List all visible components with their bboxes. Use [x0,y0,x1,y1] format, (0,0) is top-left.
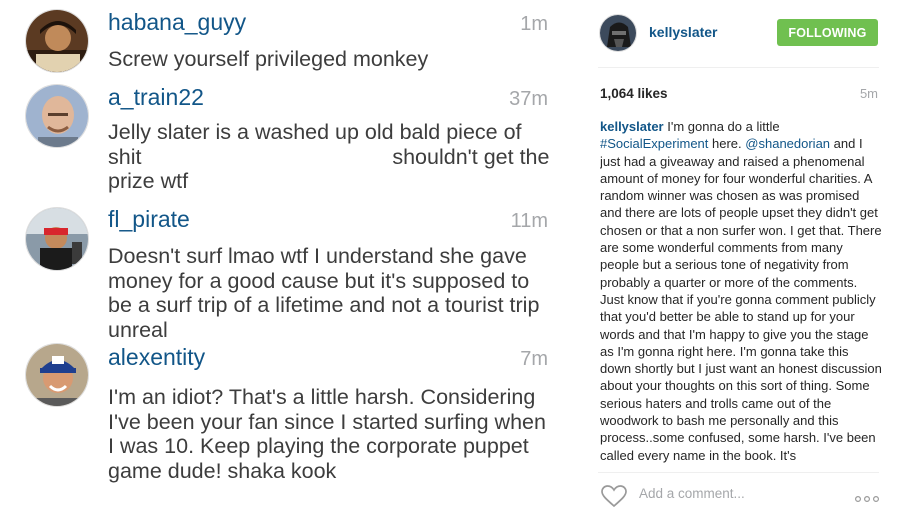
comment-text: Jelly slater is a washed up old bald pie… [108,120,550,193]
caption-text: and I just had a giveaway and raised a p… [600,136,882,463]
comment-text: Doesn't surf lmao wtf I understand she g… [108,244,540,342]
comment-time: 37m [509,88,548,110]
user-avatar-icon[interactable] [25,207,89,271]
divider [598,67,879,68]
comment-time: 1m [520,13,548,35]
comment-time: 11m [510,210,548,232]
profile-avatar-icon[interactable] [599,14,637,52]
more-options-icon[interactable] [854,491,880,503]
user-avatar-icon[interactable] [25,9,89,73]
caption-text: I'm gonna do a little [667,119,780,134]
post-age: 5m [859,86,878,101]
comment-username[interactable]: a_train22 [108,83,204,111]
user-avatar-icon[interactable] [25,84,89,148]
post-panel: kellyslater FOLLOWING 1,064 likes 5m kel… [573,0,900,521]
caption-text: here. [712,136,742,152]
mention-link[interactable]: @shanedorian [745,136,830,151]
post-caption: kellyslater I'm gonna do a little #Socia… [600,118,882,464]
add-comment-input[interactable] [639,486,839,501]
divider [598,472,879,473]
user-avatar-icon[interactable] [25,343,89,407]
comment-text: I'm an idiot? That's a little harsh. Con… [108,385,546,483]
comment-username[interactable]: alexentity [108,343,205,371]
comment-text: Screw yourself privileged monkey [108,47,429,71]
likes-count[interactable]: 1,064 likes [600,86,668,101]
heart-icon[interactable] [600,484,628,508]
comment-username[interactable]: fl_pirate [108,205,190,233]
comment-time: 7m [520,348,548,370]
following-button[interactable]: FOLLOWING [777,19,878,46]
comment-thread: habana_guyy 1m Screw yourself privileged… [0,0,570,521]
hashtag-link[interactable]: #SocialExperiment [600,136,708,151]
post-author[interactable]: kellyslater [649,24,718,40]
caption-author[interactable]: kellyslater [600,119,664,134]
comment-username[interactable]: habana_guyy [108,8,246,36]
